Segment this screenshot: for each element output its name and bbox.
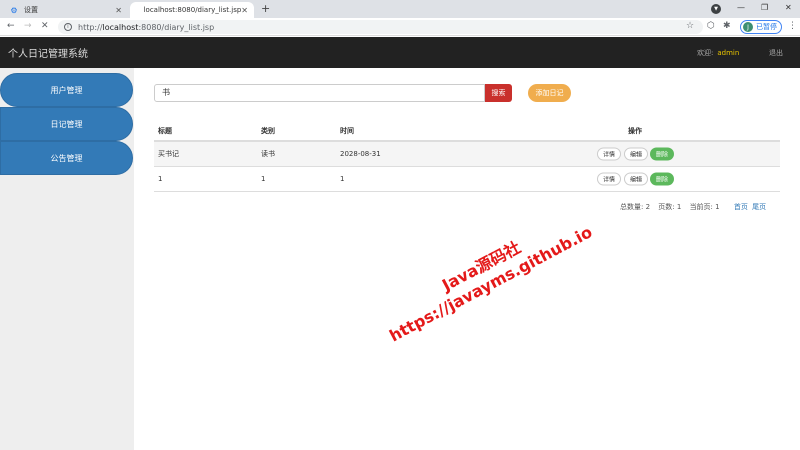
profile-button[interactable]: J 已暂停 [740, 20, 782, 34]
window-close-icon[interactable]: ✕ [785, 3, 792, 12]
stop-loading-icon[interactable]: ✕ [41, 21, 49, 31]
pagination: 总数量: 2 页数: 1 当前页: 1 首页 尾页 [620, 202, 768, 212]
cell-title: 买书记 [158, 150, 179, 158]
current-page: 当前页: 1 [689, 203, 720, 211]
app-title: 个人日记管理系统 [8, 49, 88, 60]
bookmark-star-icon[interactable]: ☆ [686, 21, 694, 31]
cell-time: 2028-08-31 [340, 150, 381, 158]
puzzle-icon[interactable]: ✱ [723, 21, 731, 31]
browser-menu-icon[interactable]: ⋮ [788, 21, 797, 31]
page-icon [136, 6, 138, 14]
profile-status: 已暂停 [756, 23, 777, 31]
avatar: J [743, 22, 753, 32]
maximize-icon[interactable]: ❐ [761, 3, 768, 12]
add-diary-button[interactable]: 添加日记 [528, 84, 571, 102]
detail-button[interactable]: 详情 [597, 172, 621, 186]
welcome-label: 欢迎: [697, 49, 714, 57]
total-count: 总数量: 2 [620, 203, 651, 211]
url-scheme: http:// [78, 22, 103, 32]
search-button[interactable]: 搜索 [485, 84, 512, 102]
new-tab-icon[interactable]: + [261, 2, 270, 15]
cell-time: 1 [340, 175, 345, 183]
media-control-icon[interactable]: ▼ [711, 4, 721, 14]
watermark-title: Java源码社 [438, 237, 524, 295]
cell-type: 读书 [261, 150, 275, 158]
close-icon[interactable]: ✕ [241, 6, 248, 15]
close-icon[interactable]: ✕ [115, 6, 122, 15]
back-icon[interactable]: ← [7, 21, 15, 31]
table-header: 标题 类别 时间 操作 [154, 122, 780, 142]
forward-icon[interactable]: → [24, 21, 32, 31]
sidebar: 用户管理 日记管理 公告管理 [0, 68, 134, 450]
sidebar-item-user-management[interactable]: 用户管理 [0, 73, 133, 107]
sidebar-item-notice-management[interactable]: 公告管理 [0, 141, 133, 175]
welcome-text: 欢迎: admin [697, 48, 739, 58]
first-page-link[interactable]: 首页 [734, 203, 748, 211]
delete-button[interactable]: 删除 [650, 147, 674, 161]
tab-label: localhost:8080/diary_list.jsp [143, 6, 242, 14]
extension-icon[interactable]: ⬡ [707, 21, 715, 31]
edit-button[interactable]: 编辑 [624, 172, 648, 186]
page-count: 页数: 1 [658, 203, 682, 211]
search-input[interactable]: 书 [154, 84, 485, 102]
cell-type: 1 [261, 175, 266, 183]
gear-icon: ⚙ [10, 5, 18, 15]
sidebar-item-diary-management[interactable]: 日记管理 [0, 107, 133, 141]
browser-tab-diary-list[interactable]: localhost:8080/diary_list.jsp ✕ [130, 2, 254, 18]
url-path: :8080/diary_list.jsp [138, 22, 215, 32]
url-input[interactable]: i http://localhost:8080/diary_list.jsp [58, 20, 703, 34]
info-icon[interactable]: i [64, 23, 72, 31]
diary-table: 标题 类别 时间 操作 买书记 读书 2028-08-31 详情 编辑 删除 1… [154, 122, 780, 192]
delete-button[interactable]: 删除 [650, 172, 674, 186]
username: admin [717, 49, 740, 57]
watermark: Java源码社 https://javayms.github.io [375, 201, 595, 345]
table-row: 买书记 读书 2028-08-31 详情 编辑 删除 [154, 142, 780, 167]
edit-button[interactable]: 编辑 [624, 147, 648, 161]
last-page-link[interactable]: 尾页 [752, 203, 766, 211]
minimize-icon[interactable]: — [737, 3, 745, 12]
browser-address-bar: ← → ✕ i http://localhost:8080/diary_list… [0, 18, 800, 36]
url-host: localhost [102, 22, 139, 32]
browser-tab-bar: ⚙ 设置 ✕ localhost:8080/diary_list.jsp ✕ +… [0, 0, 800, 18]
header-type: 类别 [261, 127, 275, 135]
browser-tab-settings[interactable]: ⚙ 设置 ✕ [4, 2, 128, 18]
table-row: 1 1 1 详情 编辑 删除 [154, 167, 780, 192]
tab-label: 设置 [24, 6, 38, 14]
header-title: 标题 [158, 127, 172, 135]
header-ops: 操作 [628, 127, 642, 135]
header-time: 时间 [340, 127, 354, 135]
app-header: 个人日记管理系统 欢迎: admin 退出 [0, 37, 800, 68]
cell-title: 1 [158, 175, 163, 183]
detail-button[interactable]: 详情 [597, 147, 621, 161]
logout-link[interactable]: 退出 [769, 48, 783, 58]
